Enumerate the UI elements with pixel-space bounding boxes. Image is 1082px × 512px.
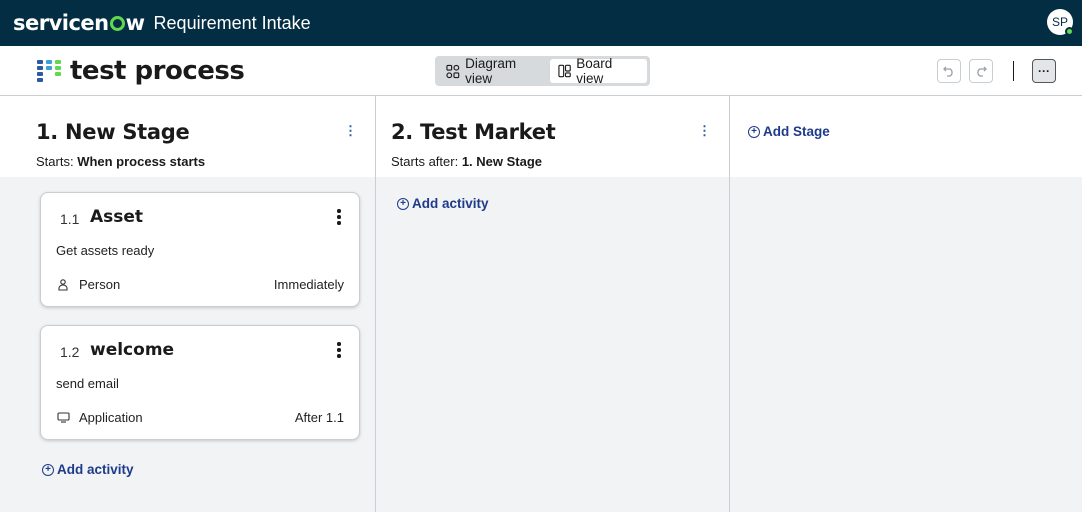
add-activity-label: Add activity bbox=[412, 196, 489, 211]
stage-menu-icon[interactable]: ⋮ bbox=[344, 124, 357, 137]
stage-board: 1. New Stage ⋮ Starts: When process star… bbox=[0, 96, 1082, 512]
activity-timing: After 1.1 bbox=[294, 410, 344, 425]
activity-number: 1.2 bbox=[60, 344, 80, 360]
stage-column-2: 2. Test Market ⋮ Starts after: 1. New St… bbox=[376, 96, 730, 512]
stage-start-condition: Starts: When process starts bbox=[36, 154, 205, 169]
add-stage-label: Add Stage bbox=[763, 124, 830, 139]
activity-description: Get assets ready bbox=[56, 243, 155, 258]
process-title: test process bbox=[70, 56, 245, 86]
process-toolbar: test process Diagram view Board view ··· bbox=[0, 46, 1082, 96]
stage-title: 1. New Stage bbox=[36, 120, 190, 144]
activity-footer: Person Immediately bbox=[56, 277, 344, 292]
add-circle-icon: + bbox=[42, 463, 54, 476]
add-activity-label: Add activity bbox=[57, 462, 134, 477]
activity-card[interactable]: 1.2 welcome send email Application After… bbox=[40, 325, 360, 440]
activity-description: send email bbox=[56, 376, 119, 391]
starts-prefix: Starts after: bbox=[391, 154, 462, 169]
avatar-initials: SP bbox=[1051, 15, 1068, 29]
online-status-icon bbox=[1065, 27, 1074, 36]
activity-number: 1.1 bbox=[60, 211, 80, 227]
person-icon bbox=[56, 278, 70, 292]
app-title: Requirement Intake bbox=[153, 12, 311, 33]
starts-prefix: Starts: bbox=[36, 154, 78, 169]
redo-icon bbox=[977, 66, 987, 77]
activity-timing: Immediately bbox=[273, 277, 344, 292]
board-icon bbox=[558, 64, 571, 78]
redo-button[interactable] bbox=[969, 59, 993, 83]
application-icon bbox=[56, 411, 70, 425]
activity-menu-icon[interactable] bbox=[337, 209, 341, 225]
toolbar-actions: ··· bbox=[937, 59, 1056, 83]
activity-title: Asset bbox=[90, 207, 144, 227]
add-stage-body bbox=[730, 177, 1082, 512]
diagram-view-label: Diagram view bbox=[465, 56, 517, 86]
activity-assignee: Application bbox=[79, 410, 143, 425]
stage-menu-icon[interactable]: ⋮ bbox=[698, 124, 711, 137]
activity-title: welcome bbox=[90, 340, 175, 360]
stage-column-1: 1. New Stage ⋮ Starts: When process star… bbox=[0, 96, 376, 512]
board-view-label: Board view bbox=[576, 56, 613, 86]
more-options-button[interactable]: ··· bbox=[1032, 59, 1056, 83]
add-activity-button[interactable]: + Add activity bbox=[397, 196, 489, 211]
add-stage-button[interactable]: + Add Stage bbox=[748, 124, 830, 139]
starts-value: 1. New Stage bbox=[461, 154, 543, 169]
logo-o-icon bbox=[109, 16, 125, 31]
more-icon: ··· bbox=[1038, 64, 1050, 78]
add-circle-icon: + bbox=[748, 125, 760, 138]
toolbar-divider bbox=[1013, 61, 1014, 81]
add-circle-icon: + bbox=[397, 197, 409, 210]
activity-card[interactable]: 1.1 Asset Get assets ready Person Immedi… bbox=[40, 192, 360, 307]
stage-header: 1. New Stage ⋮ Starts: When process star… bbox=[0, 96, 375, 177]
diagram-view-button[interactable]: Diagram view bbox=[438, 56, 550, 86]
stage-activities: 1.1 Asset Get assets ready Person Immedi… bbox=[0, 177, 375, 512]
board-view-button[interactable]: Board view bbox=[550, 56, 647, 86]
undo-icon bbox=[943, 66, 953, 77]
activity-menu-icon[interactable] bbox=[337, 342, 341, 358]
process-icon bbox=[37, 60, 61, 82]
add-stage-column: + Add Stage bbox=[730, 96, 1082, 512]
undo-button[interactable] bbox=[937, 59, 961, 83]
user-avatar[interactable]: SP bbox=[1047, 9, 1074, 36]
add-stage-header: + Add Stage bbox=[730, 96, 1082, 177]
diagram-icon bbox=[446, 64, 460, 78]
servicenow-logo[interactable]: servicen w bbox=[13, 11, 145, 35]
stage-title: 2. Test Market bbox=[391, 120, 556, 144]
stage-start-condition: Starts after: 1. New Stage bbox=[391, 154, 542, 169]
stage-header: 2. Test Market ⋮ Starts after: 1. New St… bbox=[376, 96, 729, 177]
starts-value: When process starts bbox=[77, 154, 206, 169]
stage-activities: + Add activity bbox=[376, 177, 729, 512]
activity-assignee: Person bbox=[79, 277, 121, 292]
add-activity-button[interactable]: + Add activity bbox=[42, 462, 134, 477]
view-toggle: Diagram view Board view bbox=[435, 56, 650, 86]
top-banner: servicen w Requirement Intake SP bbox=[0, 0, 1082, 46]
activity-footer: Application After 1.1 bbox=[56, 410, 344, 425]
